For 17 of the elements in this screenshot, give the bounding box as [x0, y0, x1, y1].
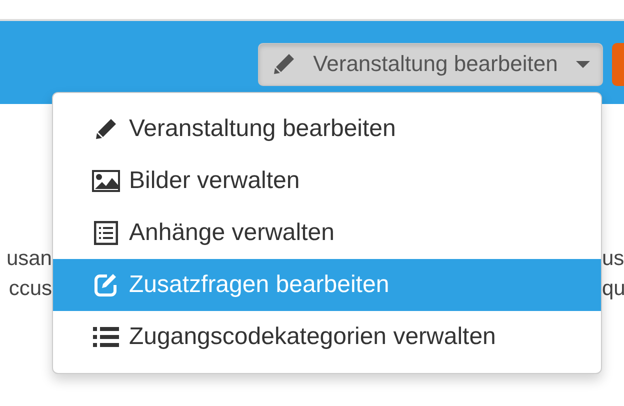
paragraph-text: usan — [5, 246, 52, 272]
list-icon — [94, 221, 118, 245]
menu-item[interactable]: Zugangscodekategorien verwalten — [53, 311, 601, 363]
action-button[interactable] — [612, 42, 624, 86]
caret-icon — [576, 60, 590, 68]
paragraph-text: ccus — [8, 276, 52, 302]
list-icon — [93, 326, 119, 348]
menu-item[interactable]: Bilder verwalten — [53, 155, 601, 207]
menu-item[interactable]: Veranstaltung bearbeiten — [53, 103, 601, 155]
pencil-icon — [273, 53, 295, 75]
image-icon — [92, 170, 120, 192]
paragraph-text: qu — [602, 276, 624, 302]
edit-icon — [94, 273, 118, 297]
menu-item[interactable]: Anhänge verwalten — [53, 207, 601, 259]
pencil-icon — [95, 118, 117, 140]
edit-event-button[interactable]: Veranstaltung bearbeiten — [258, 42, 603, 86]
paragraph-text: us — [602, 246, 624, 272]
